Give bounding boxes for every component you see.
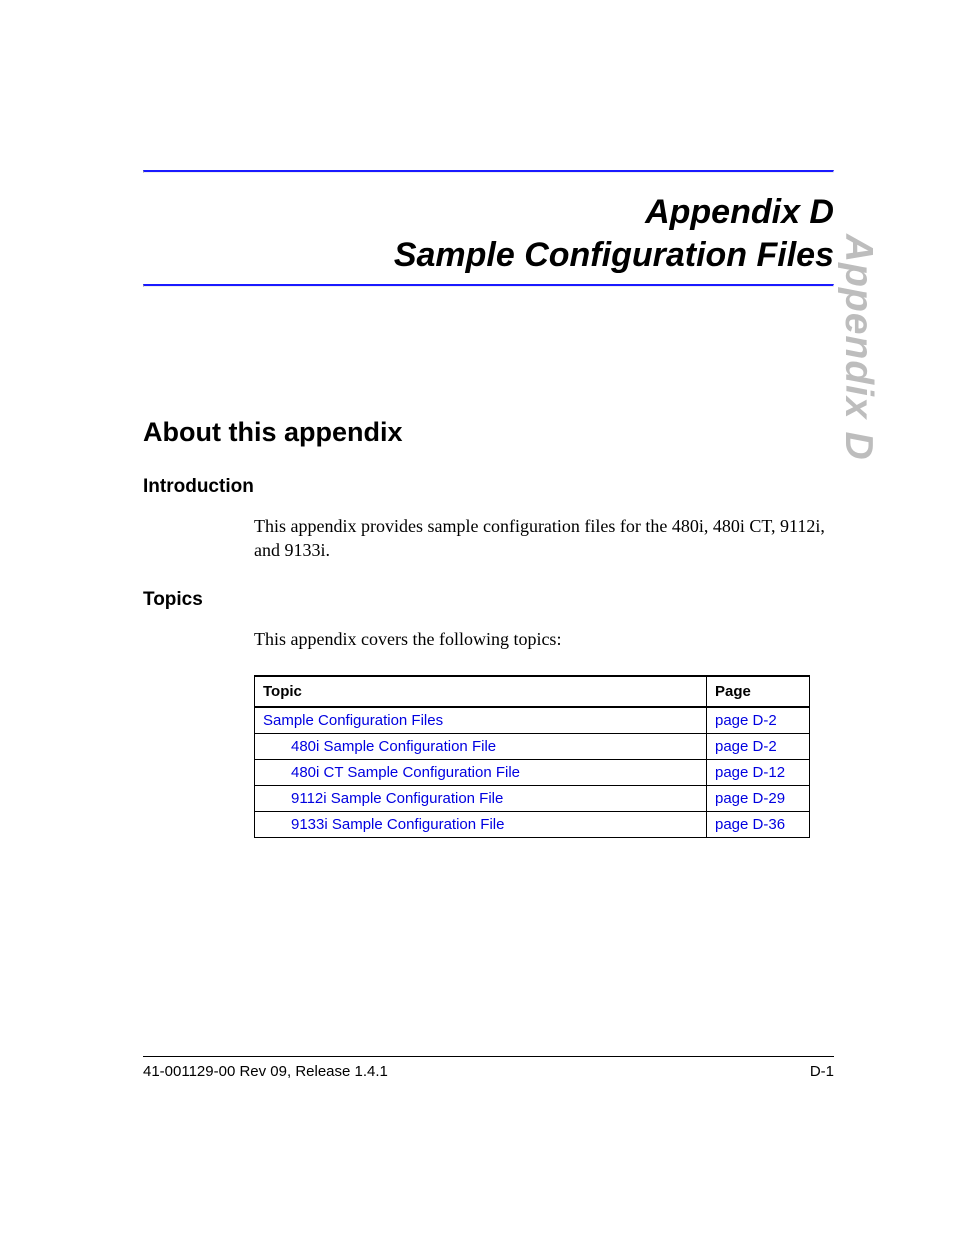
table-row: 480i Sample Configuration File page D-2 — [255, 733, 810, 759]
topic-link[interactable]: Sample Configuration Files — [255, 707, 707, 734]
table-row: 9112i Sample Configuration File page D-2… — [255, 785, 810, 811]
page-link[interactable]: page D-2 — [707, 707, 810, 734]
page-link[interactable]: page D-36 — [707, 811, 810, 837]
title-block: Appendix D Sample Configuration Files — [143, 173, 834, 284]
introduction-heading: Introduction — [143, 476, 834, 498]
table-row: Sample Configuration Files page D-2 — [255, 707, 810, 734]
table-row: 480i CT Sample Configuration File page D… — [255, 759, 810, 785]
footer-right: D-1 — [810, 1063, 834, 1080]
section-heading: About this appendix — [143, 417, 834, 448]
footer: 41-001129-00 Rev 09, Release 1.4.1 D-1 — [143, 1056, 834, 1080]
topic-link[interactable]: 9133i Sample Configuration File — [255, 811, 707, 837]
topics-table: Topic Page Sample Configuration Files pa… — [254, 675, 810, 838]
topic-link[interactable]: 480i Sample Configuration File — [255, 733, 707, 759]
topics-header-topic: Topic — [255, 676, 707, 707]
title-line-2: Sample Configuration Files — [143, 234, 834, 277]
footer-rule — [143, 1056, 834, 1057]
page-link[interactable]: page D-2 — [707, 733, 810, 759]
page-link[interactable]: page D-12 — [707, 759, 810, 785]
introduction-text: This appendix provides sample configurat… — [254, 514, 834, 563]
mid-rule — [143, 284, 834, 287]
title-line-1: Appendix D — [143, 191, 834, 234]
topics-lead: This appendix covers the following topic… — [254, 627, 834, 651]
side-tab: Appendix D — [836, 234, 880, 461]
table-row: 9133i Sample Configuration File page D-3… — [255, 811, 810, 837]
topic-link[interactable]: 480i CT Sample Configuration File — [255, 759, 707, 785]
topic-link[interactable]: 9112i Sample Configuration File — [255, 785, 707, 811]
topics-heading: Topics — [143, 589, 834, 611]
topics-header-page: Page — [707, 676, 810, 707]
page-link[interactable]: page D-29 — [707, 785, 810, 811]
footer-left: 41-001129-00 Rev 09, Release 1.4.1 — [143, 1063, 388, 1080]
